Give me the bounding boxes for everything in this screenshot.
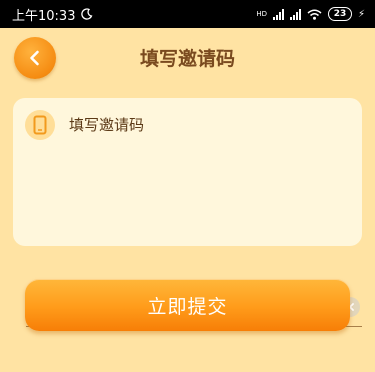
cell-signal-icon [272, 8, 284, 20]
battery-icon: 23 [327, 7, 352, 21]
header: 填写邀请码 [0, 28, 375, 86]
status-right: HD 23 ⚡ [256, 7, 365, 21]
page-title: 填写邀请码 [139, 48, 235, 70]
wifi-icon [307, 9, 322, 20]
submit-button[interactable]: 立即提交 [25, 279, 350, 331]
charging-bolt-icon: ⚡ [357, 8, 365, 20]
status-left: 上午10:33 [12, 5, 93, 24]
battery-level: 23 [333, 9, 347, 19]
cell-signal-2-icon [289, 8, 301, 20]
network-type-label: HD [256, 9, 267, 18]
status-time: 上午10:33 [12, 8, 76, 24]
status-bar: 上午10:33 HD 23 ⚡ [0, 0, 375, 28]
invite-code-label: 填写邀请码 [69, 116, 145, 134]
invite-code-card: 填写邀请码 [13, 98, 362, 327]
phone-icon [25, 110, 55, 140]
do-not-disturb-moon-icon [81, 8, 93, 20]
